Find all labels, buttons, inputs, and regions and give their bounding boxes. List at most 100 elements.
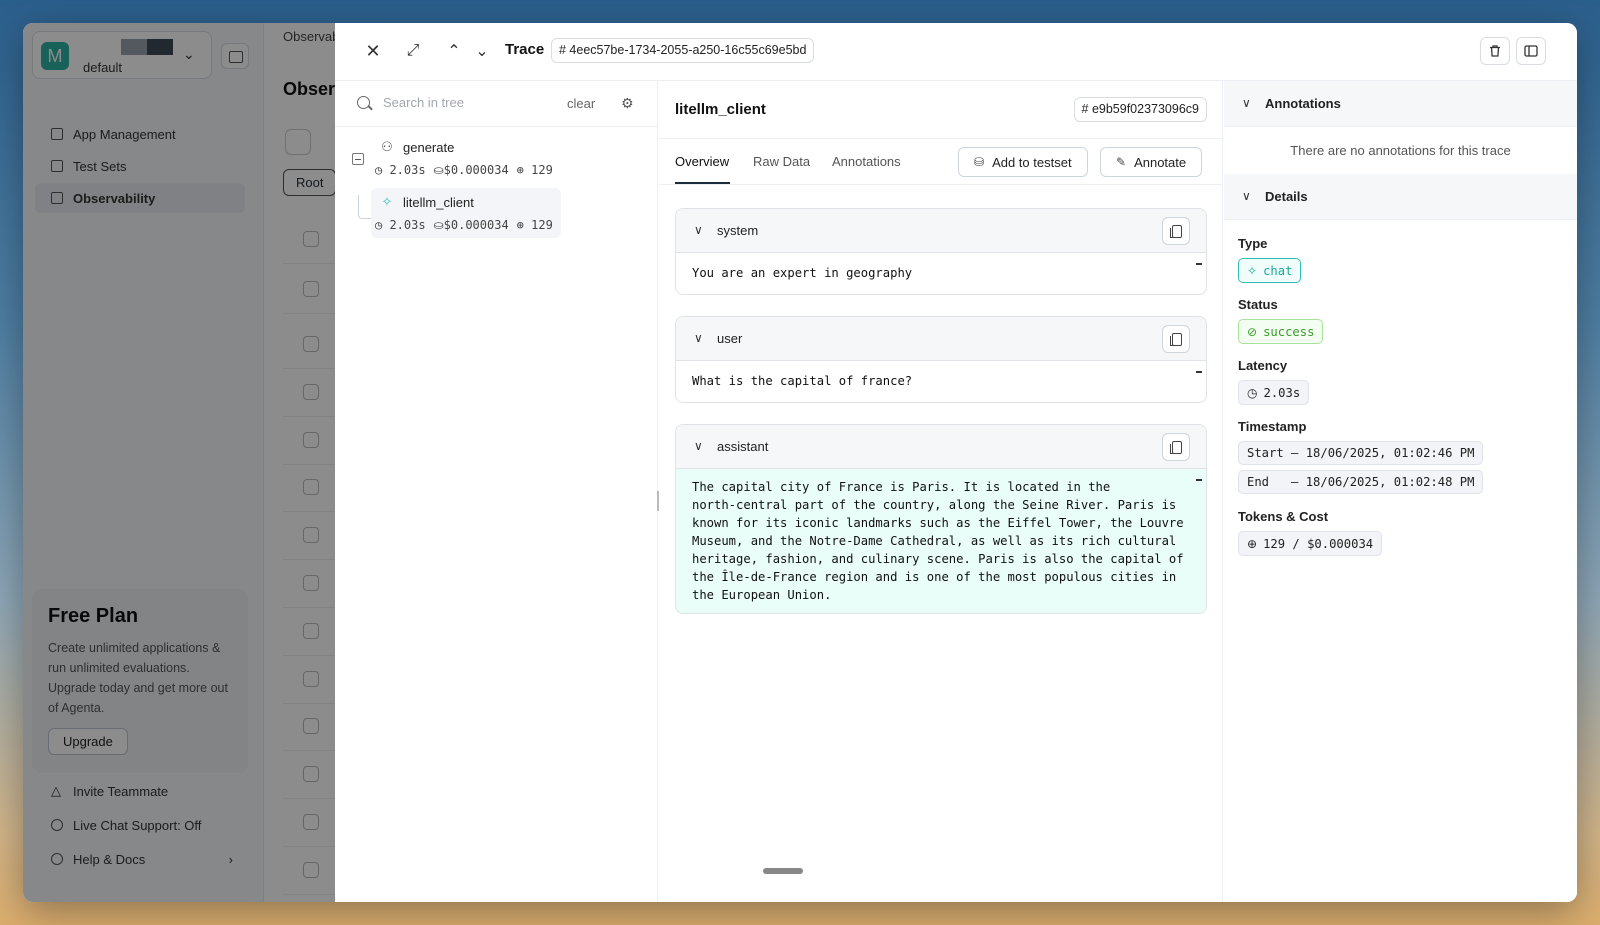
toggle-panel-button[interactable]: [1516, 37, 1546, 65]
message-content: The capital city of France is Paris. It …: [676, 469, 1206, 613]
tab-raw-data[interactable]: Raw Data: [753, 154, 810, 169]
tree-node-name: litellm_client: [403, 194, 474, 210]
trace-id-badge[interactable]: # 4eec57be-1734-2055-a250-16c55c69e5bd: [551, 38, 815, 63]
status-badge: ⊘ success: [1238, 319, 1324, 344]
scrollbar[interactable]: [1196, 479, 1202, 481]
expand-icon[interactable]: ⤢: [401, 39, 425, 63]
message-assistant: ∨ assistant The capital city of France i…: [675, 424, 1207, 614]
tree-node-title: ✧ litellm_client: [379, 194, 474, 210]
chevron-down-icon: ∨: [694, 331, 703, 345]
chevron-down-icon: ∨: [694, 223, 703, 237]
timestamp-start: Start – 18/06/2025, 01:02:46 PM: [1238, 441, 1484, 465]
drawer-toolbar: ✕ ⤢ ⌃ ⌄ Trace # 4eec57be-1734-2055-a250-…: [335, 23, 1577, 81]
copy-icon[interactable]: [1162, 433, 1190, 461]
section-title: Annotations: [1265, 96, 1341, 111]
message-header[interactable]: ∨ system: [676, 209, 1206, 253]
span-header: litellm_client # e9b59f02373096c9: [659, 81, 1223, 139]
message-role: system: [717, 223, 759, 238]
message-role: user: [717, 331, 743, 346]
span-title: litellm_client: [675, 101, 766, 118]
chevron-up-icon[interactable]: ⌃: [442, 39, 466, 63]
chevron-down-icon: ∨: [1242, 96, 1251, 110]
resize-handle[interactable]: [657, 491, 659, 511]
tokens-cost-value: 129 / $0.000034: [1263, 536, 1374, 551]
trace-info-pane: ∨ Annotations There are no annotations f…: [1224, 81, 1577, 902]
trace-drawer: ✕ ⤢ ⌃ ⌄ Trace # 4eec57be-1734-2055-a250-…: [335, 23, 1577, 902]
message-role: assistant: [717, 439, 769, 454]
message-content: You are an expert in geography: [676, 253, 1206, 294]
panel-icon: [1524, 45, 1538, 57]
check-circle-icon: ⊘: [1247, 324, 1258, 339]
trace-tree-pane: clear ⚙ ⚇ generate ◷ 2.03s ⛀$0.000034 ⊕ …: [335, 81, 658, 902]
horizontal-scroll-handle[interactable]: [763, 868, 803, 874]
message-user: ∨ user What is the capital of france?: [675, 316, 1207, 403]
type-label: Type: [1238, 236, 1268, 251]
chevron-down-icon: ∨: [1242, 189, 1251, 203]
tree-node-metrics: ◷ 2.03s ⛀$0.000034 ⊕ 129: [375, 163, 561, 177]
tree-connector: [358, 195, 371, 219]
token-metric: ⊕ 129: [516, 218, 553, 232]
app-window: M default ⌄ App Management Test Sets Obs…: [23, 23, 1577, 902]
timestamp-end: End – 18/06/2025, 01:02:48 PM: [1238, 470, 1484, 494]
sparkle-icon: ✧: [1247, 263, 1258, 278]
section-title: Details: [1265, 189, 1308, 204]
plus-circle-icon: ⊕: [1247, 536, 1258, 551]
latency-label: Latency: [1238, 358, 1288, 373]
span-id-badge[interactable]: # e9b59f02373096c9: [1073, 97, 1207, 122]
type-value: chat: [1263, 263, 1293, 278]
status-label: Status: [1238, 297, 1278, 312]
sparkle-icon: ✧: [381, 194, 393, 209]
delete-button[interactable]: [1480, 37, 1510, 65]
latency-value: 2.03s: [1263, 385, 1301, 400]
drawer-title: Trace: [505, 41, 545, 58]
message-system: ∨ system You are an expert in geography: [675, 208, 1207, 295]
copy-icon[interactable]: [1162, 217, 1190, 245]
annotations-section-header[interactable]: ∨ Annotations: [1224, 81, 1577, 127]
button-label: Annotate: [1134, 154, 1187, 170]
tree-node-generate[interactable]: ⚇ generate ◷ 2.03s ⛀$0.000034 ⊕ 129: [371, 133, 561, 183]
timer-icon: ◷: [1247, 385, 1258, 400]
tree-node-title: ⚇ generate: [379, 139, 454, 155]
token-metric: ⊕ 129: [516, 163, 553, 177]
tree-search-bar: clear ⚙: [335, 81, 658, 127]
cost-metric: ⛀$0.000034: [433, 218, 509, 232]
message-content: What is the capital of france?: [676, 361, 1206, 402]
message-header[interactable]: ∨ assistant: [676, 425, 1206, 469]
tree-node-litellm-client[interactable]: ✧ litellm_client ◷ 2.03s ⛀$0.000034 ⊕ 12…: [371, 188, 561, 238]
trash-icon: [1490, 45, 1500, 57]
message-text: You are an expert in geography: [692, 266, 913, 280]
collapse-tree-icon[interactable]: [352, 153, 364, 165]
span-tabs: Overview Raw Data Annotations ⛁ Add to t…: [659, 139, 1223, 185]
scrollbar[interactable]: [1196, 263, 1202, 265]
active-tab-indicator: [675, 182, 730, 184]
latency-badge: ◷ 2.03s: [1238, 380, 1310, 405]
tab-annotations[interactable]: Annotations: [832, 154, 901, 169]
clear-search-button[interactable]: clear: [567, 96, 595, 111]
chevron-down-icon[interactable]: ⌄: [470, 39, 494, 63]
copy-icon[interactable]: [1162, 325, 1190, 353]
message-text: What is the capital of france?: [692, 374, 913, 388]
tab-overview[interactable]: Overview: [675, 154, 729, 169]
message-header[interactable]: ∨ user: [676, 317, 1206, 361]
timestamp-label: Timestamp: [1238, 419, 1307, 434]
add-to-testset-button[interactable]: ⛁ Add to testset: [958, 147, 1088, 177]
details-section-header[interactable]: ∨ Details: [1224, 174, 1577, 220]
tokens-cost-label: Tokens & Cost: [1238, 509, 1329, 524]
span-detail-pane: litellm_client # e9b59f02373096c9 Overvi…: [657, 81, 1223, 902]
search-icon: [357, 96, 370, 109]
latency-metric: ◷ 2.03s: [375, 218, 426, 232]
filter-settings-icon[interactable]: ⚙: [621, 95, 634, 112]
scrollbar[interactable]: [1196, 371, 1202, 373]
tree-search-input[interactable]: [383, 95, 543, 110]
tokens-cost-badge: ⊕ 129 / $0.000034: [1238, 531, 1383, 556]
database-icon: ⛁: [974, 155, 985, 169]
empty-annotations-text: There are no annotations for this trace: [1290, 143, 1511, 158]
chevron-down-icon: ∨: [694, 439, 703, 453]
message-text: The capital city of France is Paris. It …: [692, 480, 1184, 602]
close-icon[interactable]: ✕: [361, 39, 385, 63]
cost-metric: ⛀$0.000034: [433, 163, 509, 177]
button-label: Add to testset: [992, 154, 1072, 170]
annotate-button[interactable]: ✎ Annotate: [1100, 147, 1203, 177]
workflow-icon: ⚇: [381, 139, 393, 154]
modal-overlay[interactable]: [23, 23, 335, 902]
